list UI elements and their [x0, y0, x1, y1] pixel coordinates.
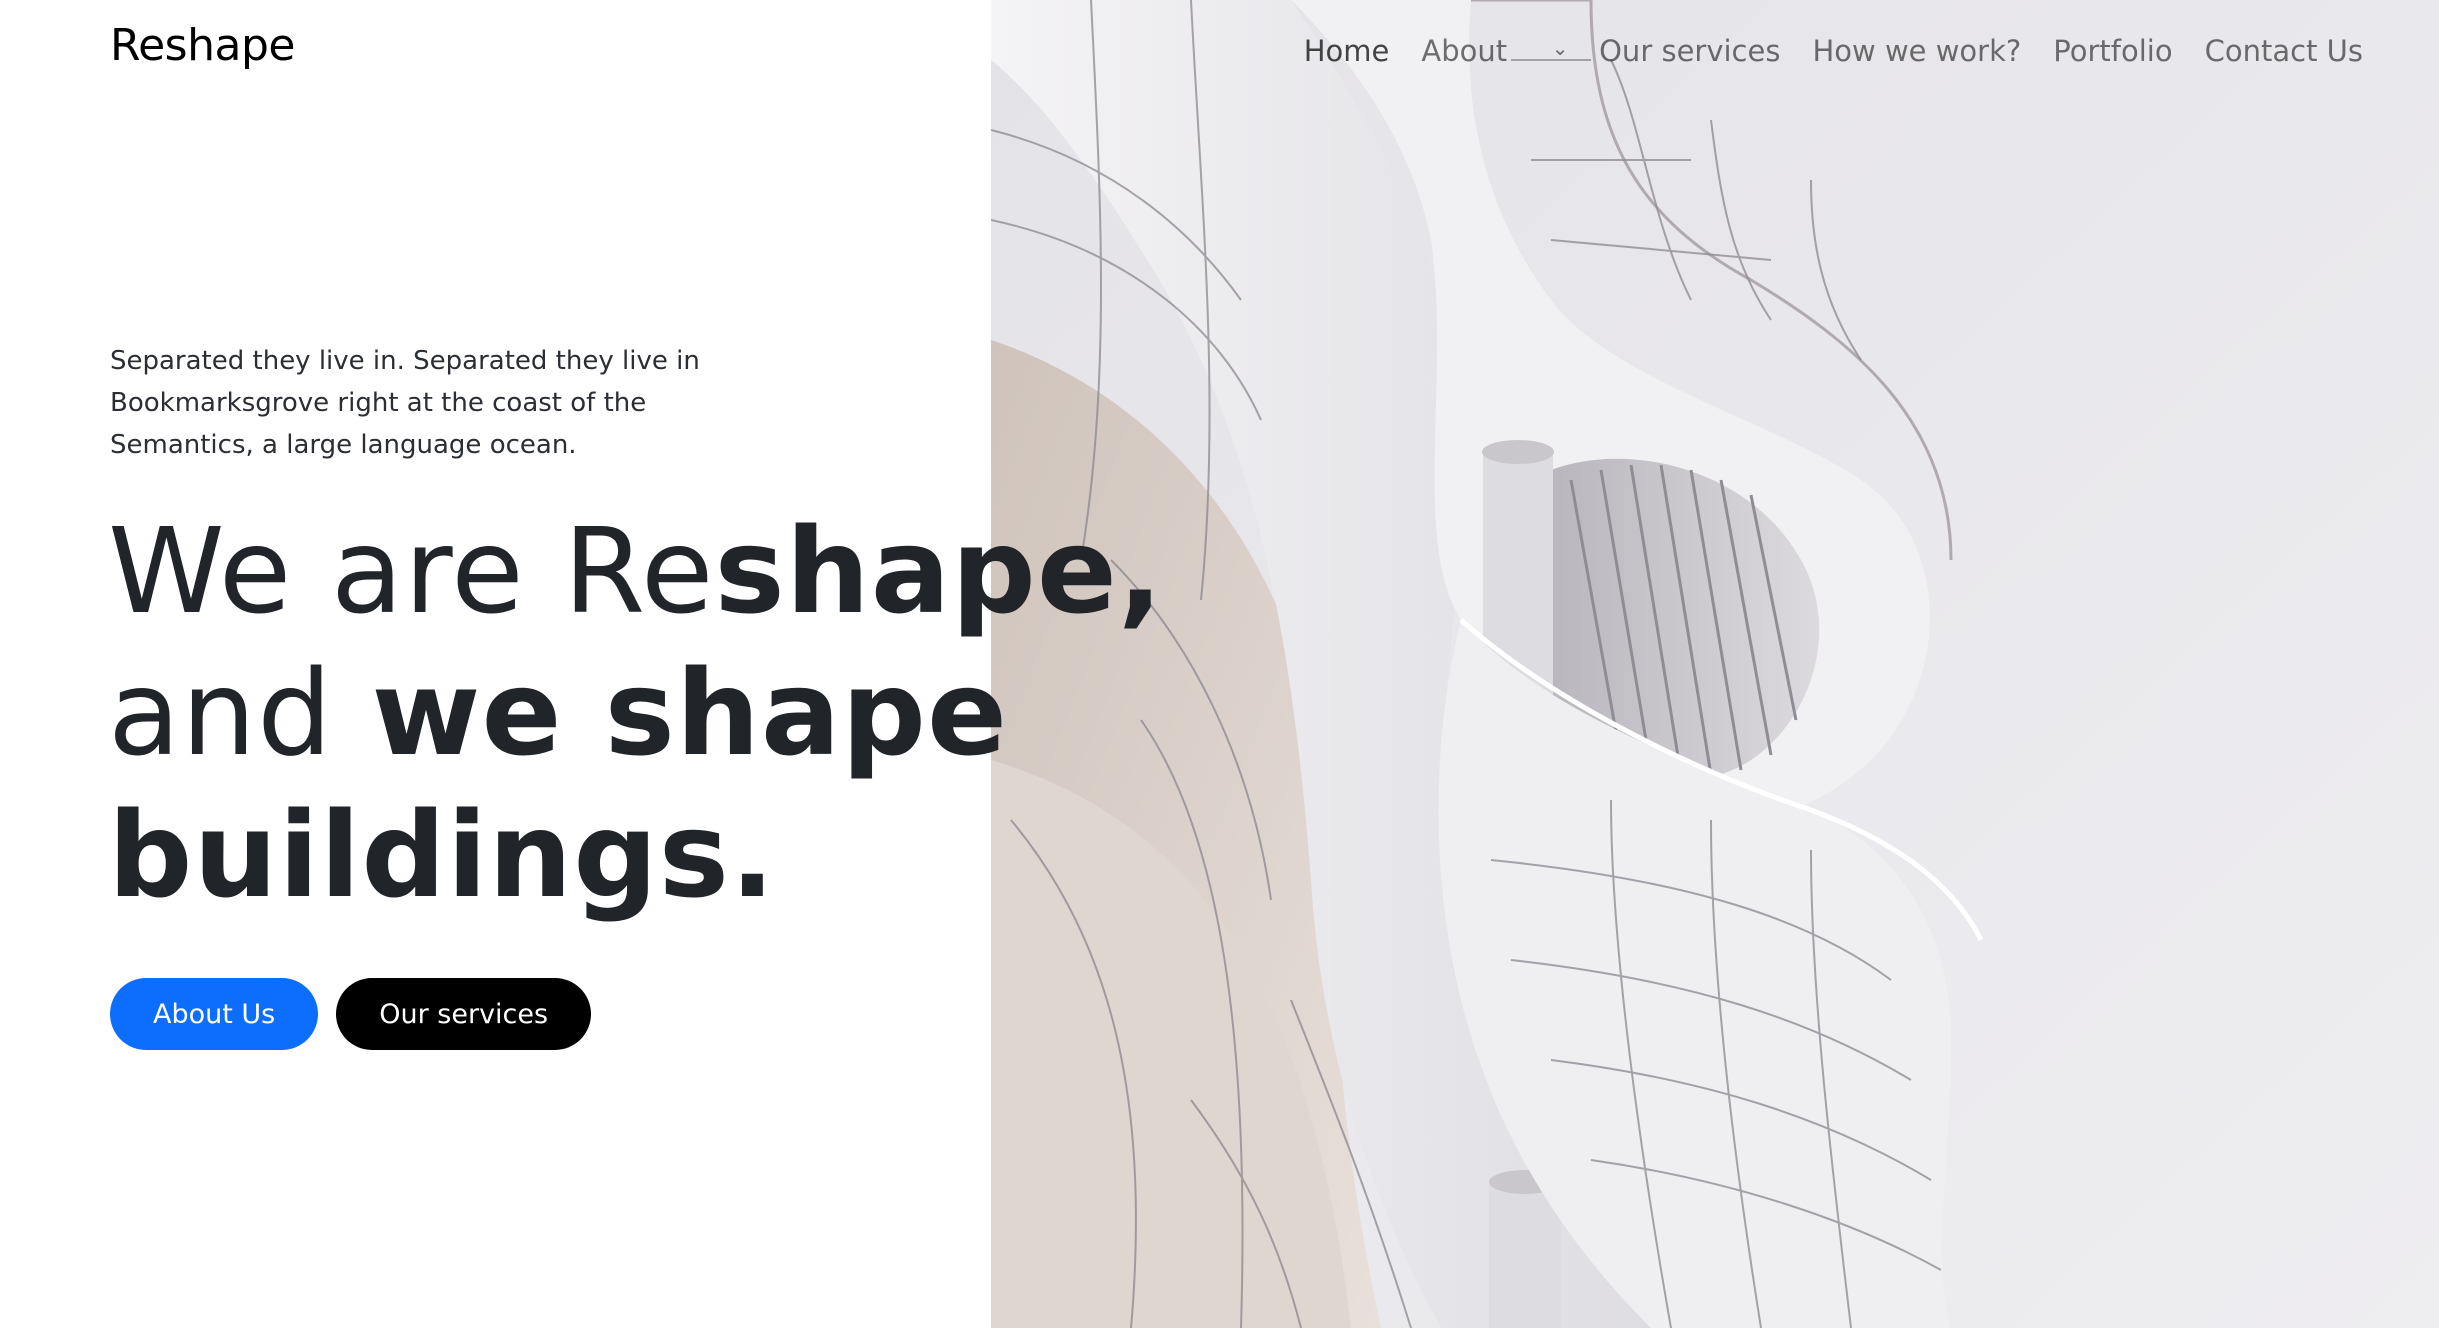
nav-portfolio[interactable]: Portfolio	[2037, 28, 2188, 74]
headline-line1-light: We are Re	[108, 502, 715, 640]
brand-logo[interactable]: Reshape	[110, 20, 295, 71]
about-us-button[interactable]: About Us	[110, 978, 319, 1050]
main-nav: Home About ⌄ Our services How we work? P…	[1288, 28, 2379, 74]
nav-home[interactable]: Home	[1288, 28, 1406, 74]
headline-line1-bold: shape,	[714, 502, 1164, 640]
headline-line2-bold: we shape	[371, 644, 1009, 782]
nav-contact-us[interactable]: Contact Us	[2189, 28, 2379, 74]
nav-about-dropdown[interactable]: About ⌄	[1405, 28, 1583, 74]
our-services-button[interactable]: Our services	[336, 978, 592, 1050]
nav-our-services[interactable]: Our services	[1583, 28, 1796, 74]
nav-how-we-work[interactable]: How we work?	[1796, 28, 2037, 74]
hero-headline: We are Reshape, and we shape buildings.	[108, 500, 1164, 926]
hero-actions: About Us Our services	[110, 978, 592, 1050]
building-illustration	[991, 0, 2439, 1328]
chevron-down-icon[interactable]: ⌄	[1547, 36, 1573, 61]
headline-line2-light: and	[108, 644, 372, 782]
hero-intro-text: Separated they live in. Separated they l…	[110, 346, 700, 460]
headline-line3-bold: buildings.	[108, 786, 776, 924]
nav-about[interactable]: About	[1405, 28, 1523, 74]
hero-building-image	[991, 0, 2439, 1328]
